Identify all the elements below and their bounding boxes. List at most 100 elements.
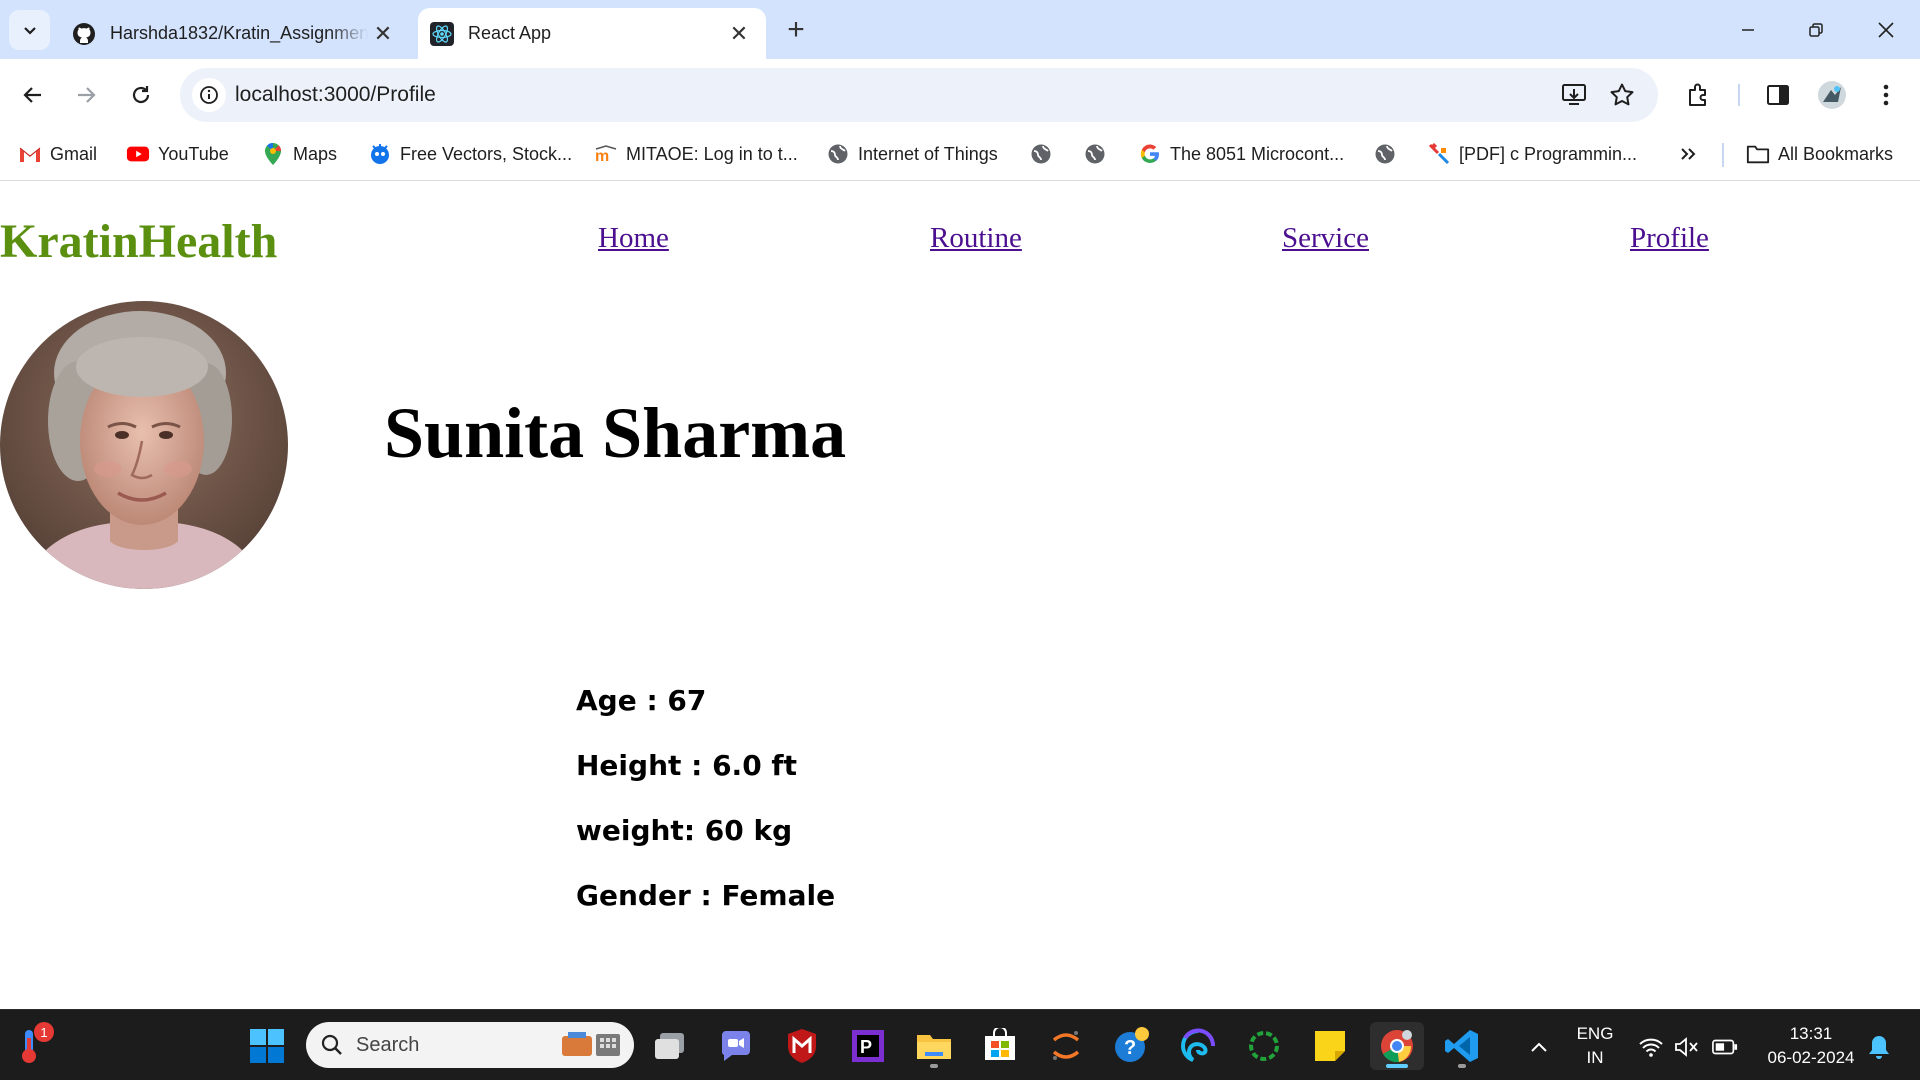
brand-logo-text[interactable]: KratinHealth xyxy=(0,214,277,269)
notifications-bell-icon[interactable] xyxy=(1866,1034,1892,1060)
refresh-app-button[interactable] xyxy=(1240,1022,1288,1070)
language-indicator[interactable]: ENG IN xyxy=(1570,1022,1620,1070)
bookmark-mitaoe[interactable]: m MITAOE: Log in to t... xyxy=(594,139,798,169)
start-button[interactable] xyxy=(243,1022,291,1070)
language-code: ENG xyxy=(1576,1024,1614,1043)
tab-github[interactable]: Harshda1832/Kratin_Assignment ✕ xyxy=(60,8,410,59)
react-icon xyxy=(430,21,454,46)
profile-avatar-button[interactable] xyxy=(1816,79,1848,111)
chrome-menu-button[interactable] xyxy=(1870,79,1902,111)
microsoft-store-button[interactable] xyxy=(976,1022,1024,1070)
site-info-icon[interactable] xyxy=(192,78,226,112)
all-bookmarks-button[interactable]: All Bookmarks xyxy=(1746,139,1893,169)
show-hidden-icons-button[interactable] xyxy=(1526,1034,1552,1060)
bookmark-label: The 8051 Microcont... xyxy=(1170,143,1345,164)
clock-date: 06-02-2024 xyxy=(1767,1048,1855,1067)
teams-chat-button[interactable] xyxy=(712,1022,760,1070)
svg-text:m: m xyxy=(595,148,609,164)
install-app-icon[interactable] xyxy=(1560,81,1588,109)
nav-link-routine[interactable]: Routine xyxy=(930,222,1022,255)
close-tab-icon[interactable]: ✕ xyxy=(724,19,754,49)
mcafee-button[interactable] xyxy=(778,1022,826,1070)
folder-icon xyxy=(1746,142,1770,166)
bookmark-star-icon[interactable] xyxy=(1608,81,1636,109)
file-explorer-button[interactable] xyxy=(910,1022,958,1070)
bookmark-8051[interactable]: The 8051 Microcont... xyxy=(1138,139,1344,169)
bookmark-free-vectors[interactable]: Free Vectors, Stock... xyxy=(368,139,572,169)
profile-gender: Gender : Female xyxy=(576,879,836,912)
maps-icon xyxy=(261,142,285,166)
bookmark-label: YouTube xyxy=(158,143,229,164)
browser-toolbar: localhost:3000/Profile xyxy=(0,59,1920,129)
get-help-button[interactable]: ? xyxy=(1108,1022,1156,1070)
puzzle-icon xyxy=(1689,83,1706,106)
tab-react-app[interactable]: React App ✕ xyxy=(418,8,766,59)
all-bookmarks-label: All Bookmarks xyxy=(1778,143,1894,164)
wifi-icon[interactable] xyxy=(1638,1034,1664,1060)
search-placeholder: Search xyxy=(356,1033,420,1056)
jupyter-button[interactable] xyxy=(1042,1022,1090,1070)
profile-height: Height : 6.0 ft xyxy=(576,749,797,782)
globe-icon xyxy=(1083,142,1107,166)
sticky-notes-button[interactable] xyxy=(1306,1022,1354,1070)
bookmark-globe-2[interactable] xyxy=(1083,139,1115,169)
nav-link-home[interactable]: Home xyxy=(598,222,669,255)
chevron-double-right-icon xyxy=(1676,142,1700,166)
clock[interactable]: 13:31 06-02-2024 xyxy=(1756,1022,1866,1070)
bookmark-label: MITAOE: Log in to t... xyxy=(626,143,798,164)
mcafee-shield-icon xyxy=(788,1029,816,1063)
chat-icon xyxy=(721,1031,750,1061)
profile-details: Age : 67 Height : 6.0 ft weight: 60 kg G… xyxy=(576,684,835,944)
chevron-down-icon xyxy=(23,27,36,35)
minimize-icon xyxy=(1742,29,1754,31)
bookmark-label: Maps xyxy=(293,143,338,164)
pycharm-button[interactable]: P xyxy=(844,1022,892,1070)
restore-button[interactable] xyxy=(1786,8,1846,52)
browser-tab-strip: Harshda1832/Kratin_Assignment ✕ React Ap… xyxy=(0,0,1920,59)
back-button[interactable] xyxy=(13,75,53,115)
task-view-button[interactable] xyxy=(646,1022,694,1070)
running-indicator xyxy=(1458,1064,1466,1068)
bookmark-label: [PDF] c Programmin... xyxy=(1459,143,1638,164)
globe-icon xyxy=(826,142,850,166)
bookmark-globe-3[interactable] xyxy=(1373,139,1405,169)
chrome-taskbar-button[interactable] xyxy=(1370,1022,1424,1070)
folder-icon xyxy=(917,1035,951,1059)
task-view-icon xyxy=(655,1033,684,1059)
bookmark-gmail[interactable]: Gmail xyxy=(18,139,97,169)
nav-link-profile[interactable]: Profile xyxy=(1630,222,1709,255)
tab-search-button[interactable] xyxy=(9,10,50,50)
forward-button[interactable] xyxy=(66,75,106,115)
battery-icon[interactable] xyxy=(1712,1034,1738,1060)
help-icon: ? xyxy=(1115,1027,1149,1062)
close-tab-icon[interactable]: ✕ xyxy=(368,19,398,49)
minimize-button[interactable] xyxy=(1718,8,1778,52)
edge-icon xyxy=(1180,1028,1216,1062)
vscode-button[interactable] xyxy=(1438,1022,1486,1070)
extensions-button[interactable] xyxy=(1683,79,1715,111)
bookmark-c-programming[interactable]: [PDF] c Programmin... xyxy=(1427,139,1637,169)
nav-link-service[interactable]: Service xyxy=(1282,222,1369,255)
copilot-edge-button[interactable] xyxy=(1174,1022,1222,1070)
new-tab-button[interactable]: + xyxy=(780,13,812,46)
bookmark-label: Gmail xyxy=(50,143,98,164)
sticky-note-icon xyxy=(1315,1031,1345,1061)
reload-button[interactable] xyxy=(121,75,161,115)
freepik-icon xyxy=(368,142,392,166)
side-panel-icon xyxy=(1767,85,1789,105)
close-window-button[interactable] xyxy=(1856,8,1916,52)
bookmark-iot[interactable]: Internet of Things xyxy=(826,139,998,169)
bookmark-globe-1[interactable] xyxy=(1029,139,1061,169)
side-panel-button[interactable] xyxy=(1762,79,1794,111)
youtube-icon xyxy=(126,142,150,166)
more-bookmarks-button[interactable] xyxy=(1676,139,1708,169)
reload-icon xyxy=(132,86,150,104)
address-bar[interactable]: localhost:3000/Profile xyxy=(180,68,1658,122)
volume-muted-icon[interactable] xyxy=(1674,1034,1700,1060)
bookmark-youtube[interactable]: YouTube xyxy=(126,139,229,169)
bookmark-maps[interactable]: Maps xyxy=(261,139,337,169)
url-text: localhost:3000/Profile xyxy=(235,83,436,106)
vscode-icon xyxy=(1445,1030,1478,1062)
taskbar-search[interactable]: Search xyxy=(306,1022,634,1068)
weather-widget[interactable]: 1 xyxy=(6,1022,54,1070)
